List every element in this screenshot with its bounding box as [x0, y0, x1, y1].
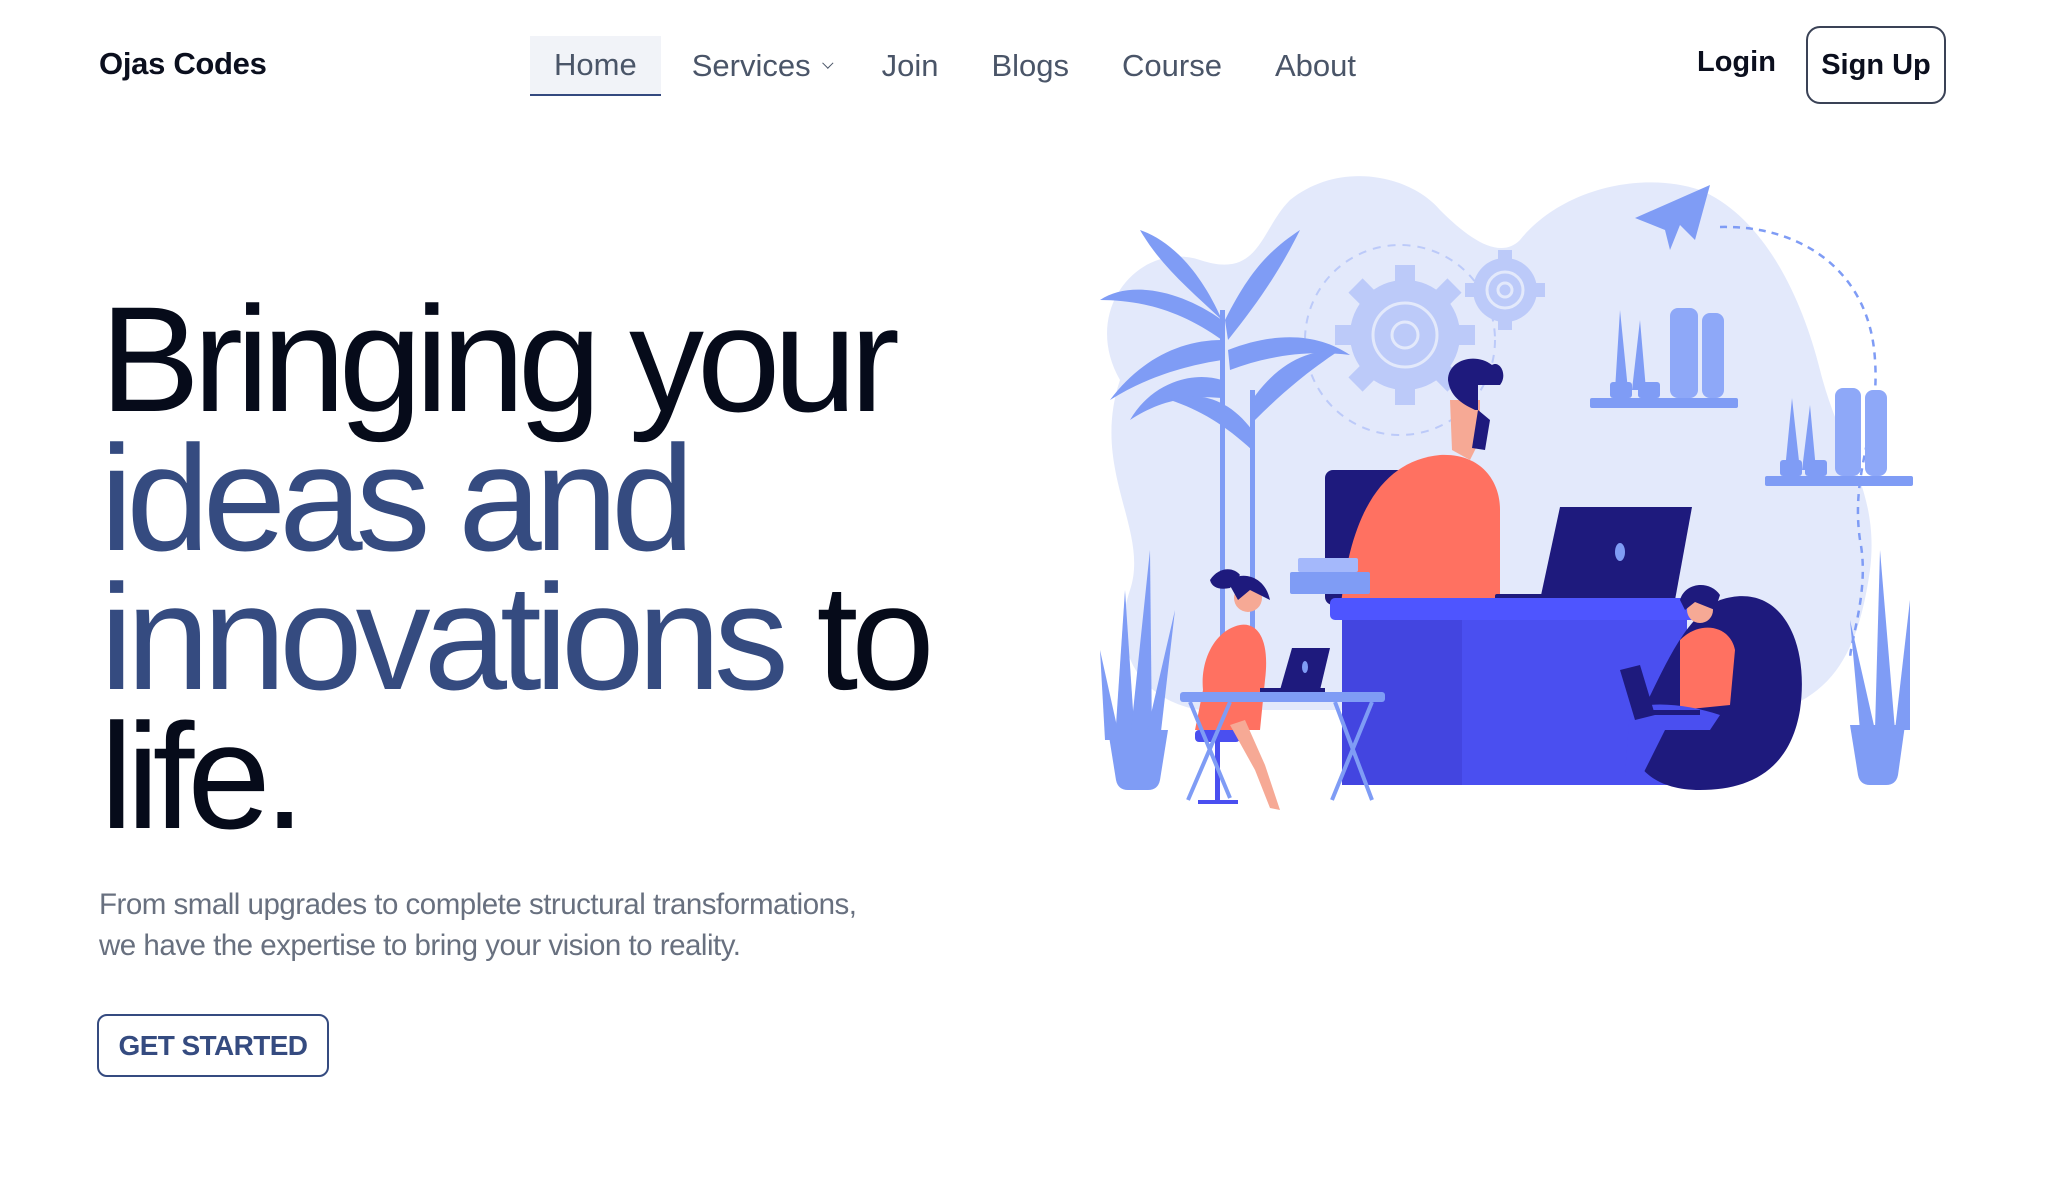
hero-subtitle: From small upgrades to complete structur…: [99, 884, 999, 966]
brand-logo[interactable]: Ojas Codes: [99, 46, 267, 82]
top-navbar: Ojas Codes Home Services Join Blogs Cour…: [0, 0, 2048, 134]
login-link[interactable]: Login: [1697, 46, 1776, 79]
nav-item-blogs[interactable]: Blogs: [969, 36, 1091, 96]
hero-subtitle-line2: we have the expertise to bring your visi…: [99, 929, 741, 962]
nav-item-label: Course: [1122, 48, 1222, 83]
nav-item-label: About: [1274, 48, 1356, 83]
nav-item-about[interactable]: About: [1253, 36, 1378, 96]
nav-item-label: Services: [691, 48, 811, 83]
team-working-illustration: [1100, 176, 1913, 810]
hero-title: Bringing your ideas and innovations to l…: [100, 284, 935, 851]
nav-item-label: Join: [881, 48, 939, 83]
nav-item-course[interactable]: Course: [1100, 36, 1244, 96]
small-desk: [1180, 692, 1385, 702]
nav-item-join[interactable]: Join: [860, 36, 961, 96]
nav-item-label: Blogs: [991, 48, 1069, 83]
get-started-button[interactable]: GET STARTED: [97, 1014, 329, 1077]
hero-title-line4: life.: [100, 692, 305, 860]
chevron-down-icon: [821, 57, 834, 69]
nav-item-home[interactable]: Home: [530, 36, 661, 96]
signup-button[interactable]: Sign Up: [1806, 26, 1946, 104]
main-menu: Home Services Join Blogs Course About: [530, 36, 1387, 96]
hero-subtitle-line1: From small upgrades to complete structur…: [99, 888, 857, 921]
hero-title-tail: to: [781, 553, 935, 721]
nav-item-label: Home: [554, 47, 637, 82]
nav-item-services[interactable]: Services: [670, 36, 851, 96]
